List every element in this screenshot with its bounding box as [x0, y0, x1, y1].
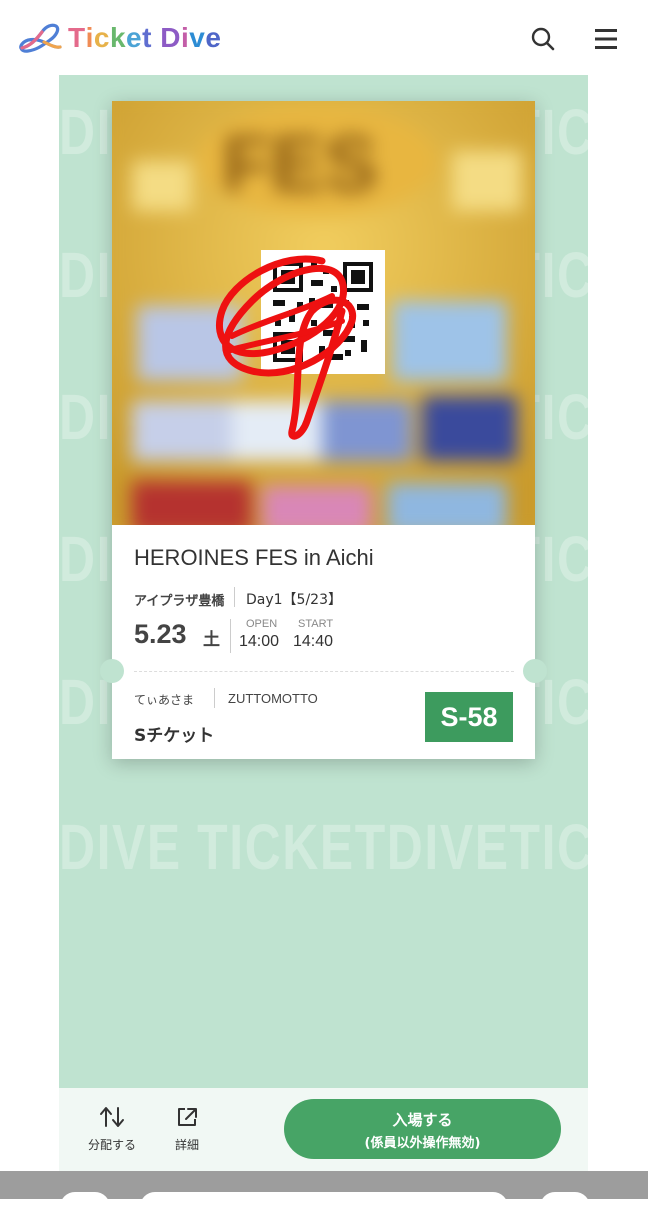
- detail-button[interactable]: 詳細: [169, 1106, 205, 1153]
- ticket-card[interactable]: FES HEROINES FES in Aichi アイプラザ豊橋 Day1【5…: [100, 101, 547, 759]
- ticket-info: HEROINES FES in Aichi アイプラザ豊橋 Day1【5/23】…: [100, 525, 547, 759]
- start-label: START: [298, 618, 334, 630]
- start-time: 14:40: [293, 633, 334, 650]
- brand-letter: c: [93, 22, 110, 53]
- browser-address-bar[interactable]: [140, 1192, 508, 1222]
- svg-text:FES: FES: [222, 119, 378, 208]
- enter-venue-button[interactable]: 入場する (係員以外操作無効): [284, 1099, 561, 1159]
- transfer-arrows-icon: [100, 1107, 124, 1127]
- seat-number-badge: S-58: [425, 692, 513, 742]
- brand-wordmark: Ticket Dive: [68, 22, 221, 54]
- brand-letter: i: [85, 22, 94, 53]
- detail-label: 詳細: [174, 1138, 199, 1152]
- ticket-action-bar: 分配する 詳細 入場する (係員以外操作無効): [59, 1088, 588, 1171]
- ticket-dive-logo-icon: [19, 23, 62, 53]
- brand-letter: t: [142, 22, 152, 53]
- ticket-notch: [523, 659, 547, 683]
- brand-letter: T: [68, 22, 86, 53]
- watermark-text: DIVE TICKETDIVETICKET: [59, 811, 588, 883]
- browser-back-control[interactable]: [60, 1192, 110, 1222]
- divider: [214, 688, 215, 708]
- artist-group: ZUTTOMOTTO: [228, 691, 318, 706]
- brand-letter: k: [109, 22, 127, 53]
- external-link-icon: [178, 1108, 197, 1126]
- event-weekday: 土: [203, 630, 220, 650]
- brand-letter: v: [189, 22, 206, 53]
- event-day: Day1【5/23】: [246, 592, 342, 608]
- event-poster-image: FES: [112, 101, 535, 525]
- browser-tabs-control[interactable]: [540, 1192, 590, 1222]
- enter-label: 入場する: [392, 1111, 453, 1129]
- ticket-notch: [100, 659, 124, 683]
- ticket-type: Sチケット: [134, 726, 215, 746]
- brand-letter: e: [205, 22, 222, 53]
- divider: [230, 619, 231, 653]
- redaction-scribble: [215, 255, 357, 440]
- divider: [234, 587, 235, 607]
- brand-letter: i: [180, 22, 190, 53]
- event-title: HEROINES FES in Aichi: [134, 545, 374, 570]
- hamburger-menu-icon[interactable]: [592, 24, 622, 54]
- brand-letter: [152, 22, 160, 54]
- open-time: 14:00: [239, 633, 280, 650]
- transfer-button[interactable]: 分配する: [83, 1106, 141, 1153]
- search-icon[interactable]: [528, 24, 558, 54]
- venue-name: アイプラザ豊橋: [134, 594, 225, 609]
- event-date: 5.23: [134, 619, 187, 649]
- perforation-line: [134, 671, 514, 672]
- app-header: Ticket Dive: [0, 0, 648, 75]
- brand-letter: D: [160, 22, 181, 53]
- transfer-label: 分配する: [87, 1138, 136, 1152]
- brand-logo[interactable]: Ticket Dive: [16, 18, 221, 58]
- ticket-holder-name: てぃあさま: [134, 693, 195, 707]
- brand-letter: e: [126, 22, 143, 53]
- enter-note: (係員以外操作無効): [364, 1136, 481, 1151]
- open-label: OPEN: [246, 618, 278, 630]
